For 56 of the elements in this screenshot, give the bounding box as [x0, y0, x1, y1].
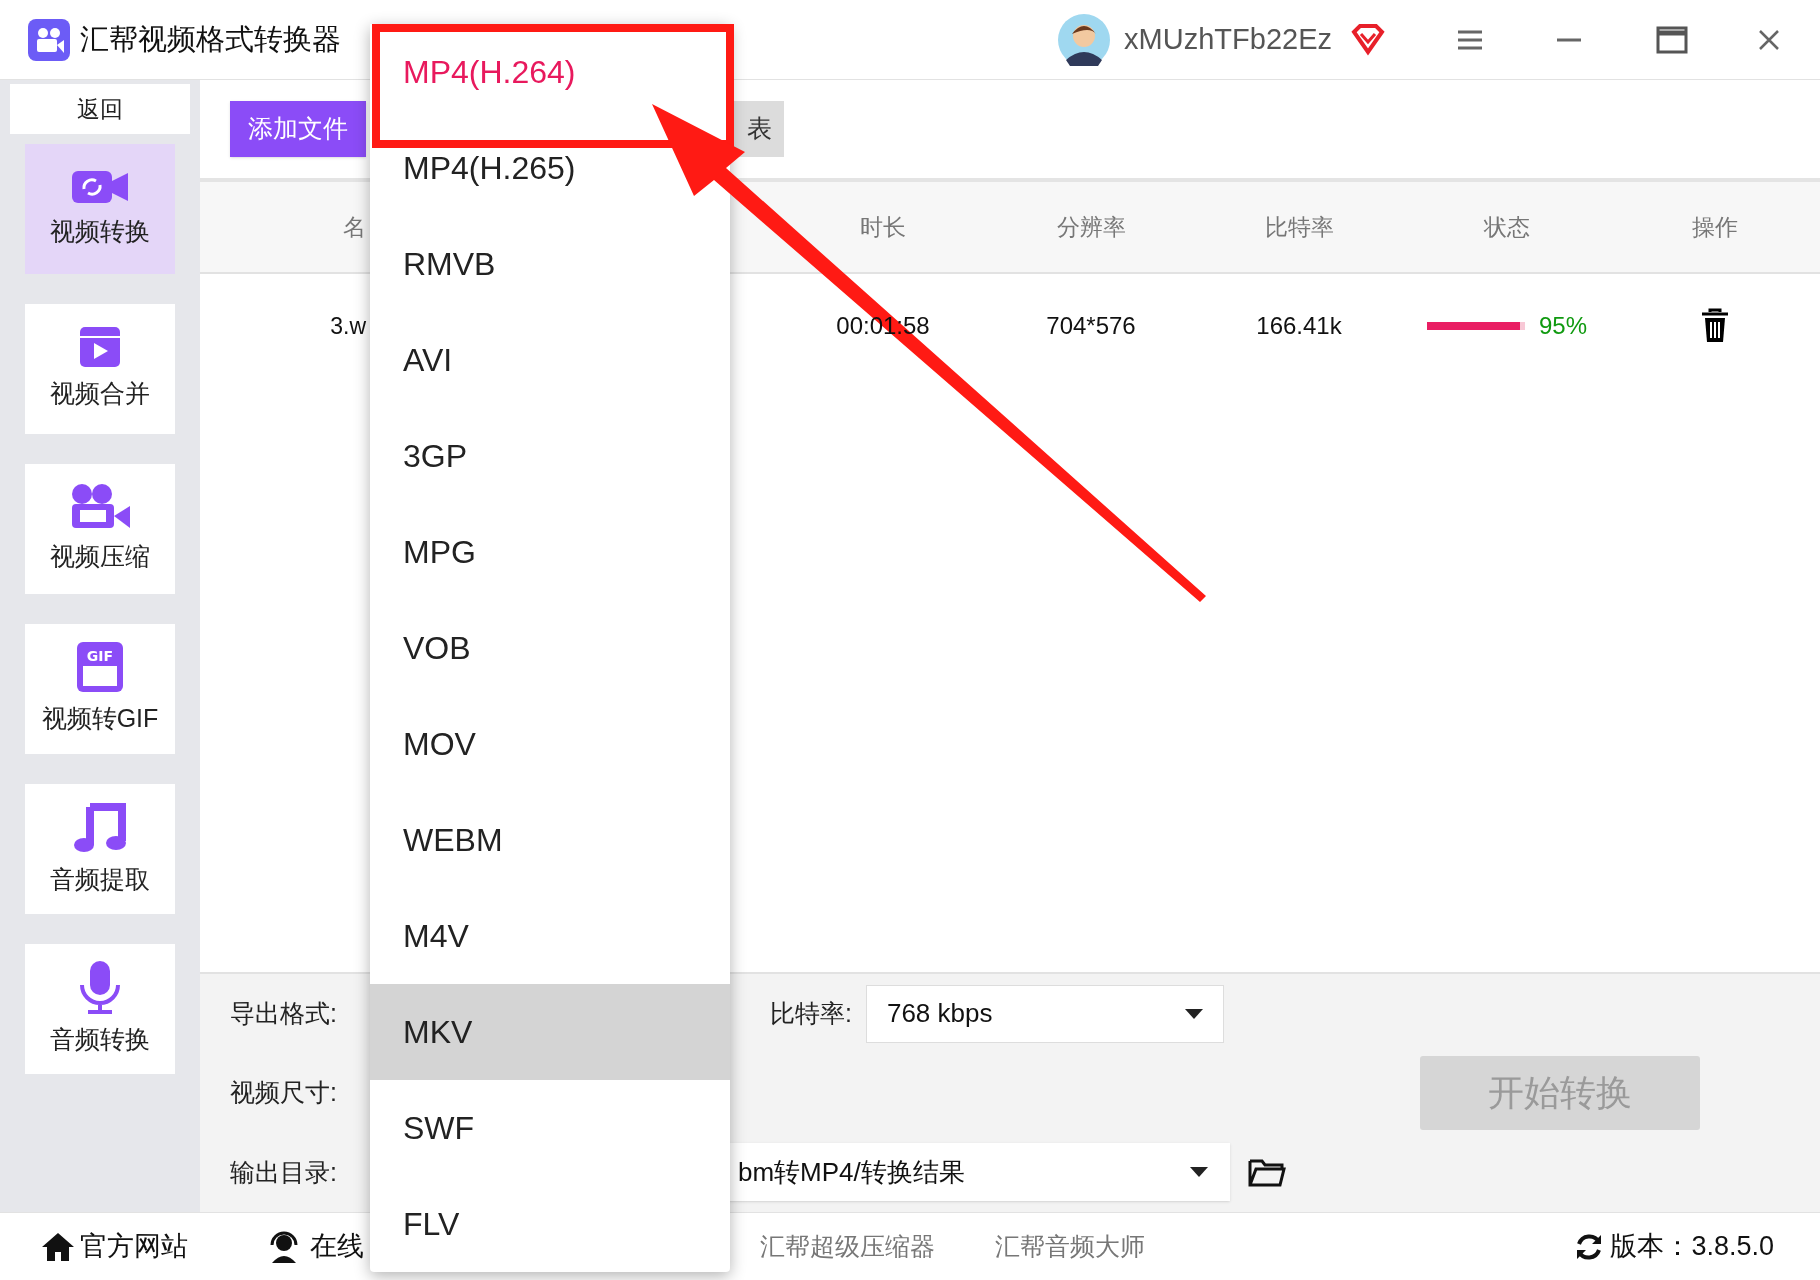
bitrate-dropdown[interactable]: 768 kbps [865, 984, 1224, 1043]
clapperboard-icon [78, 325, 122, 370]
format-option[interactable]: VOB [370, 600, 730, 696]
footer-link[interactable]: 汇帮超级压缩器 [760, 1227, 935, 1266]
format-option[interactable]: 3GP [370, 408, 730, 504]
column-header: 时长 [859, 212, 907, 242]
sidebar-item[interactable]: 视频压缩 [25, 464, 175, 594]
website-link[interactable]: 官方网站 [40, 1226, 188, 1267]
caret-icon [1190, 1167, 1208, 1178]
column-header: 操作 [1691, 212, 1739, 242]
diamond-icon[interactable] [1350, 23, 1386, 56]
folder-icon[interactable] [1248, 1157, 1286, 1188]
footer-link[interactable]: 汇帮音频大师 [995, 1227, 1145, 1266]
size-label: 视频尺寸: [230, 1078, 337, 1107]
format-option[interactable]: WEBM [370, 792, 730, 888]
progress-text: 95% [1538, 311, 1587, 341]
table-cell-text: 704*576 [1045, 311, 1137, 341]
format-option[interactable]: RMVB [370, 216, 730, 312]
minimize-icon[interactable] [1556, 36, 1582, 43]
column-header: 分辨率 [1055, 212, 1127, 242]
maximize-icon[interactable] [1656, 25, 1688, 54]
username: xMUzhTFb22Ez [1124, 21, 1332, 57]
format-option[interactable]: M4V [370, 888, 730, 984]
microphone-icon [78, 959, 122, 1016]
sidebar-item[interactable]: 音频提取 [25, 784, 175, 914]
sidebar-item[interactable]: GIF 视频转GIF [25, 624, 175, 754]
avatar-icon[interactable] [1058, 13, 1111, 66]
sidebar-item[interactable]: 音频转换 [25, 944, 175, 1074]
format-option[interactable]: AVI [370, 312, 730, 408]
format-option[interactable]: MKV [370, 984, 730, 1080]
bitrate-label: 比特率: [770, 997, 852, 1029]
column-header: 比特率 [1263, 212, 1335, 242]
clear-list-button[interactable]: 表 [732, 101, 784, 157]
format-option[interactable]: MPG [370, 504, 730, 600]
caret-icon [1184, 1008, 1203, 1019]
headset-icon [268, 1230, 300, 1263]
format-option[interactable]: MOV [370, 696, 730, 792]
app-logo-icon [28, 18, 70, 61]
menu-icon[interactable] [1456, 28, 1484, 51]
gif-label: GIF [86, 648, 114, 665]
column-header: 状态 [1483, 212, 1531, 242]
close-icon[interactable] [1758, 28, 1780, 51]
window-title: 汇帮视频格式转换器 [80, 21, 341, 57]
table-cell-text: 3.w [329, 311, 366, 341]
column-header: 名 [342, 212, 366, 242]
format-label: 导出格式: [230, 998, 337, 1027]
trash-icon[interactable] [1700, 308, 1730, 344]
home-icon [40, 1230, 76, 1263]
sidebar-item[interactable]: 视频转换 [25, 144, 175, 274]
table-cell-text: 166.41k [1255, 311, 1343, 341]
back-button[interactable]: 返回 [10, 84, 190, 134]
sidebar-item[interactable]: 视频合并 [25, 304, 175, 434]
add-files-button[interactable]: 添加文件 [230, 101, 366, 157]
version-text: 版本：3.8.5.0 [1610, 1230, 1774, 1264]
support-link[interactable]: 在线 [268, 1226, 364, 1267]
output-label: 输出目录: [230, 1157, 337, 1186]
